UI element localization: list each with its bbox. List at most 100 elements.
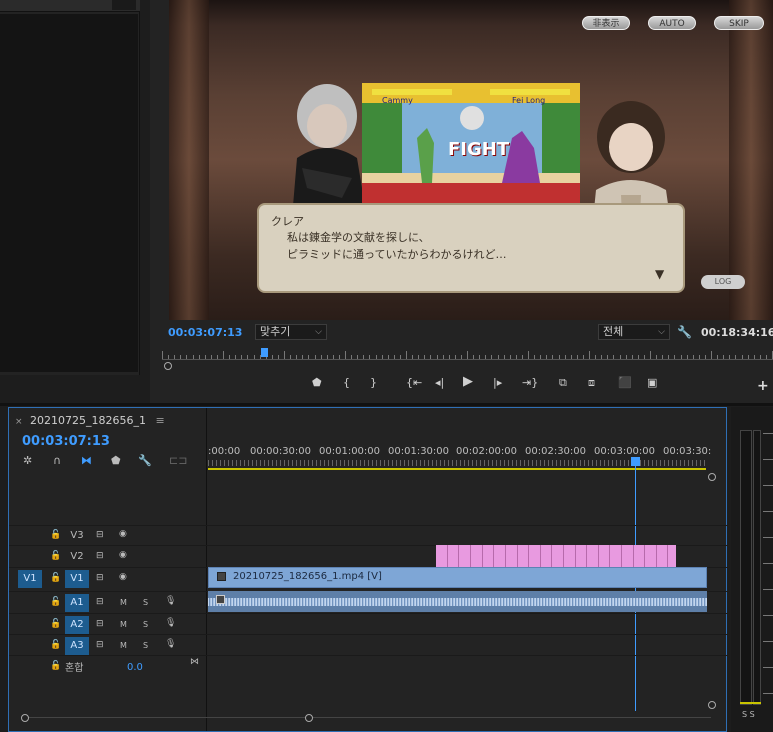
eye-icon[interactable]: ◉ <box>119 529 127 539</box>
wrench-icon[interactable]: 🔧 <box>138 454 152 467</box>
track-label-a1[interactable]: A1 <box>65 594 89 612</box>
nest-icon[interactable]: ✲ <box>23 454 32 467</box>
playback-resolution-select[interactable]: 전체 ⌵ <box>598 324 670 340</box>
linked-selection-icon[interactable]: ⧓ <box>81 454 92 467</box>
eye-icon[interactable]: ◉ <box>119 572 127 582</box>
track-label-v1[interactable]: V1 <box>65 570 89 588</box>
add-button-icon[interactable]: + <box>757 378 769 394</box>
camera-icon[interactable]: ⬛ <box>618 376 632 389</box>
wrench-icon[interactable]: 🔧 <box>677 325 692 339</box>
playhead-timecode[interactable]: 00:03:07:13 <box>168 326 242 339</box>
timeline-timecode[interactable]: 00:03:07:13 <box>22 434 110 449</box>
vertical-scroll-handle-bottom[interactable] <box>708 701 716 709</box>
duration-timecode: 00:18:34:16 <box>701 326 773 339</box>
dialogue-line-2: ピラミッドに通っていたからわかるけれど… <box>287 248 507 261</box>
track-label-a3[interactable]: A3 <box>65 637 89 655</box>
mark-out-icon[interactable]: } <box>370 376 377 389</box>
ruler-label: 00:02:30:00 <box>525 446 587 457</box>
vertical-scroll-handle-top[interactable] <box>708 473 716 481</box>
dialogue-speaker: クレア <box>271 215 304 228</box>
audio-waveform <box>208 598 707 606</box>
zoom-level-select[interactable]: 맞추기 ⌵ <box>255 324 327 340</box>
lock-icon[interactable]: 🔓 <box>50 597 61 607</box>
mark-in-icon[interactable]: { <box>343 376 350 389</box>
timeline-toolbar: ✲ ∩ ⧓ ⬟ 🔧 ⊏⊐ <box>23 454 203 468</box>
eye-icon[interactable]: ◉ <box>119 550 127 560</box>
sync-lock-icon[interactable]: ⊟ <box>96 619 104 629</box>
lock-icon[interactable]: 🔓 <box>50 551 61 561</box>
player2-name: Fei Long <box>512 96 546 105</box>
fx-badge-icon <box>216 595 225 604</box>
work-area-bar[interactable] <box>208 468 706 470</box>
chevron-down-icon: ⌵ <box>315 327 322 337</box>
clip-v2-segments[interactable] <box>436 545 676 567</box>
lock-icon[interactable]: 🔓 <box>50 530 61 540</box>
ruler-label: 00:01:00:00 <box>319 446 381 457</box>
clip-v1[interactable]: 20210725_182656_1.mp4 [V] <box>208 567 707 588</box>
go-to-in-icon[interactable]: {⇤ <box>406 376 422 389</box>
track-label-v3[interactable]: V3 <box>65 527 89 545</box>
sync-lock-icon[interactable]: ⊟ <box>96 530 104 540</box>
sync-lock-icon[interactable]: ⊟ <box>96 551 104 561</box>
source-patch-v1[interactable]: V1 <box>18 570 42 588</box>
lock-icon[interactable]: 🔓 <box>50 573 61 583</box>
panel-menu-icon[interactable]: ≡ <box>156 414 165 427</box>
scroll-handle-left[interactable] <box>21 714 29 722</box>
track-label-v2[interactable]: V2 <box>65 548 89 566</box>
mute-button[interactable]: M <box>120 598 127 607</box>
clip-a1-audio[interactable] <box>208 591 707 612</box>
game-screen-image: FIGHT Cammy Fei Long <box>362 83 580 216</box>
solo-button[interactable]: S <box>143 598 148 607</box>
ruler-label: 00:03:00:00 <box>594 446 656 457</box>
snap-icon[interactable]: ∩ <box>53 454 61 467</box>
monitor-playhead[interactable] <box>261 348 268 357</box>
meter-solo-buttons[interactable]: S S <box>742 710 755 719</box>
transport-controls: ⬟ { } {⇤ ◂| ▶ |▸ ⇥} ⧉ ⧈ ⬛ ▣ <box>300 374 770 396</box>
add-marker-icon[interactable]: ⬟ <box>312 376 322 389</box>
program-video-frame[interactable]: 非表示 AUTO SKIP FIGHT Cammy Fei Long クレア 私… <box>169 0 773 320</box>
overwrite-icon[interactable]: ⧈ <box>588 376 595 390</box>
solo-button[interactable]: S <box>143 641 148 650</box>
timeline-horizontal-scrollbar[interactable] <box>21 714 711 722</box>
microphone-icon[interactable]: 🎙 <box>165 596 176 606</box>
fight-text: FIGHT <box>448 139 510 160</box>
mix-label: 혼합 <box>65 663 84 674</box>
ruler-label: :00:00 <box>208 446 241 457</box>
lock-icon[interactable]: 🔓 <box>50 661 61 671</box>
ruler-label: 00:00:30:00 <box>250 446 312 457</box>
play-icon[interactable]: ▶ <box>463 374 473 389</box>
sync-lock-icon[interactable]: ⊟ <box>96 640 104 650</box>
step-back-icon[interactable]: ◂| <box>435 376 444 389</box>
microphone-icon[interactable]: 🎙 <box>165 639 176 649</box>
close-icon[interactable]: × <box>15 417 23 427</box>
captions-icon[interactable]: ⊏⊐ <box>169 454 187 467</box>
sync-lock-icon[interactable]: ⊟ <box>96 573 104 583</box>
mix-volume-value[interactable]: 0.0 <box>127 662 143 673</box>
panel-divider[interactable] <box>0 403 773 406</box>
go-to-out-icon[interactable]: ⇥} <box>522 376 538 389</box>
scroll-handle-right[interactable] <box>305 714 313 722</box>
add-marker-icon[interactable]: ⬟ <box>111 454 121 467</box>
monitor-zoom-scrollbar[interactable] <box>162 361 773 370</box>
dialogue-line-1: 私は錬金学の文献を探しに、 <box>287 231 430 244</box>
comparison-view-icon[interactable]: ▣ <box>647 376 657 389</box>
sync-lock-icon[interactable]: ⊟ <box>96 597 104 607</box>
insert-icon[interactable]: ⧉ <box>559 376 567 390</box>
track-mix <box>9 655 728 677</box>
mute-button[interactable]: M <box>120 641 127 650</box>
step-forward-icon[interactable]: |▸ <box>493 376 502 389</box>
sequence-tab[interactable]: × 20210725_182656_1 ≡ <box>15 414 165 427</box>
lock-icon[interactable]: 🔓 <box>50 619 61 629</box>
lock-icon[interactable]: 🔓 <box>50 640 61 650</box>
solo-button[interactable]: S <box>143 620 148 629</box>
mute-button[interactable]: M <box>120 620 127 629</box>
scroll-handle-left[interactable] <box>164 362 172 370</box>
microphone-icon[interactable]: 🎙 <box>165 618 176 628</box>
track-a2: 🔓 A2 ⊟ M S 🎙 <box>9 613 728 634</box>
player1-name: Cammy <box>382 96 413 105</box>
meter-scale <box>763 433 773 703</box>
source-panel-header <box>0 0 140 12</box>
monitor-time-ruler[interactable] <box>162 350 773 360</box>
track-label-a2[interactable]: A2 <box>65 616 89 634</box>
go-to-end-icon[interactable]: ⋈ <box>190 657 199 667</box>
